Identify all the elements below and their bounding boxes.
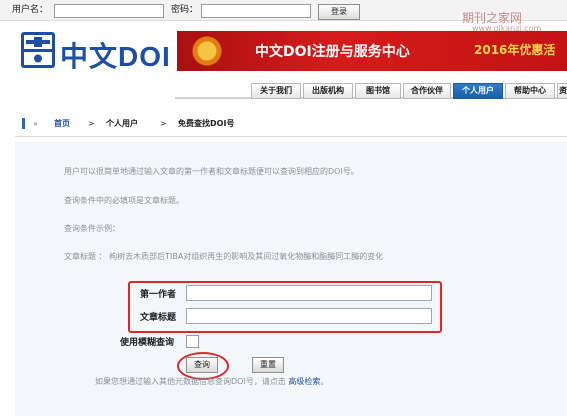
nav-more[interactable]: 资 [557,83,567,99]
nav-library[interactable]: 图书馆 [355,83,401,99]
login-button[interactable]: 登录 [318,4,360,20]
advanced-search-period: 。 [320,377,329,386]
content-panel [15,142,567,416]
breadcrumb-separator: > [88,119,95,128]
breadcrumb-personal-users[interactable]: 个人用户 [106,114,138,134]
author-label: 第一作者 [140,290,177,300]
query-button[interactable]: 查询 [186,357,218,373]
title-label: 文章标题 [140,313,177,323]
author-input[interactable] [186,285,432,301]
lantern-icon [177,31,237,71]
breadcrumb-current: 免费查找DOI号 [178,119,235,128]
username-label: 用户名： [12,5,49,15]
breadcrumb-marker [22,118,25,129]
nav-publishers[interactable]: 出版机构 [303,83,353,99]
password-input[interactable] [201,4,311,18]
username-input[interactable] [54,4,164,18]
reset-button[interactable]: 重置 [252,357,284,373]
fuzzy-search-label: 使用模糊查询 [120,338,175,348]
password-label: 密码： [171,5,199,15]
example-heading: 查询条件示例： [64,224,120,233]
example-line: 文章标题 ： 枸树去木质部后TIBA对组织再生的影响及其间过氧化物酶和酯酶同工酶… [64,252,384,261]
advanced-search-prompt: 如果您想通过输入其他元数据信息查询DOI号，请点击 [95,377,286,386]
banner-title: 中文DOI注册与服务中心 [255,44,410,60]
title-input[interactable] [186,308,432,324]
nav-personal-users[interactable]: 个人用户 [453,83,503,99]
banner-promo: 2016年优惠活 [474,43,556,57]
advanced-search-link[interactable]: 高级检索 [288,377,320,386]
breadcrumb-divider [15,136,567,137]
required-note: 查询条件中的必填项是文章标题。 [64,196,184,205]
breadcrumb-home[interactable]: 首页 [54,114,70,134]
logo-text: 中文DOI [60,41,171,72]
nav-about[interactable]: 关于我们 [251,83,301,99]
fuzzy-search-checkbox[interactable] [186,335,199,348]
breadcrumb-separator: > [160,119,167,128]
intro-text: 用户可以很简单地通过输入文章的第一作者和文章标题便可以查询到相应的DOI号。 [64,167,359,176]
advanced-search-note: 如果您想通过输入其他元数据信息查询DOI号，请点击 高级检索。 [95,376,328,387]
breadcrumb-arrow-icon: » [33,119,38,128]
nav-partners[interactable]: 合作伙伴 [403,83,451,99]
banner: 中文DOI注册与服务中心 2016年优惠活 [177,31,567,71]
nav-help[interactable]: 帮助中心 [505,83,555,99]
logo-icon [21,32,55,68]
